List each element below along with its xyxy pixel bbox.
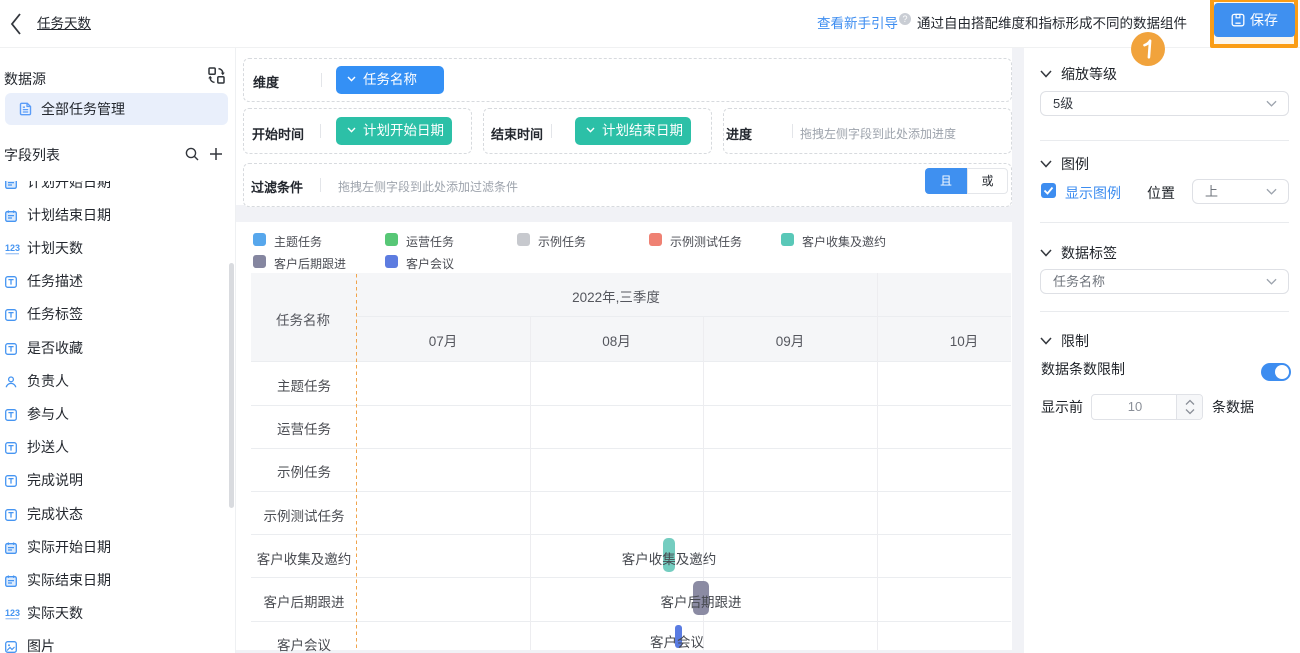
svg-text:123: 123	[5, 608, 20, 618]
svg-text:123: 123	[5, 243, 20, 253]
